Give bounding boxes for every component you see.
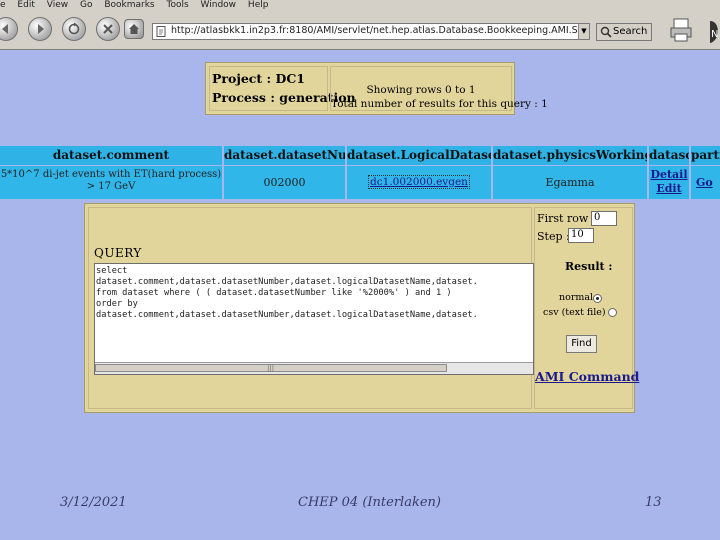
- total-line: Total number of results for this query :…: [331, 98, 548, 110]
- home-icon[interactable]: [124, 19, 144, 39]
- cell-working-group: Egamma: [493, 166, 647, 199]
- query-label: QUERY: [94, 246, 142, 260]
- menu-item-window[interactable]: Window: [201, 0, 237, 11]
- cell-dataset-number: 002000: [224, 166, 345, 199]
- process-line: Process : generation: [212, 90, 356, 105]
- url-text: http://atlasbkk1.in2p3.fr:8180/AMI/servl…: [171, 25, 589, 36]
- project-cell: Project : DC1 Process : generation: [209, 66, 356, 111]
- first-row-input[interactable]: 0: [591, 211, 617, 226]
- column-header-partit[interactable]: partit: [691, 146, 720, 165]
- column-header-logical-name[interactable]: dataset.LogicalDatasetName: [347, 146, 491, 165]
- cell-actions: Detail Edit: [649, 166, 689, 199]
- step-label: Step :: [537, 230, 570, 243]
- project-line: Project : DC1: [212, 71, 305, 86]
- page-icon: [156, 26, 166, 37]
- normal-radio[interactable]: [593, 294, 602, 303]
- browser-menu-bar: e Edit View Go Bookmarks Tools Window He…: [0, 0, 720, 11]
- throbber-icon: N: [700, 17, 720, 47]
- url-dropdown-icon[interactable]: ▼: [578, 24, 589, 39]
- detail-link[interactable]: Detail: [650, 168, 687, 181]
- stop-icon[interactable]: [96, 17, 120, 41]
- project-info-box: Project : DC1 Process : generation Showi…: [205, 62, 548, 115]
- footer-page-number: 13: [645, 495, 662, 510]
- menu-item-view[interactable]: View: [47, 0, 68, 11]
- menu-item-bookmarks[interactable]: Bookmarks: [104, 0, 154, 11]
- go-link[interactable]: Go: [696, 176, 713, 189]
- menu-item-file[interactable]: e: [0, 0, 6, 11]
- column-header-comment[interactable]: dataset.comment: [0, 146, 222, 165]
- rows-cell: Showing rows 0 to 1 Total number of resu…: [330, 66, 548, 111]
- query-panel: QUERY select dataset.comment,dataset.dat…: [88, 207, 534, 409]
- first-row-label: First row :: [537, 212, 596, 225]
- url-field[interactable]: http://atlasbkk1.in2p3.fr:8180/AMI/servl…: [152, 23, 590, 40]
- result-label: Result :: [565, 260, 613, 273]
- query-text: select dataset.comment,dataset.datasetNu…: [96, 266, 478, 320]
- search-icon: [600, 26, 612, 38]
- back-icon[interactable]: [0, 17, 18, 41]
- ami-command-link[interactable]: AMI Command: [535, 369, 639, 384]
- cell-logical-name: dc1.002000.evgen: [347, 166, 491, 199]
- menu-item-go[interactable]: Go: [80, 0, 92, 11]
- scrollbar-grip-icon: |||: [267, 364, 275, 372]
- step-input[interactable]: 10: [568, 228, 594, 243]
- query-horizontal-scrollbar[interactable]: |||: [95, 362, 533, 374]
- logical-name-link[interactable]: dc1.002000.evgen: [368, 175, 470, 189]
- rows-line: Showing rows 0 to 1: [366, 84, 476, 96]
- cell-comment: 5*10^7 di-jet events with ET(hard proces…: [0, 166, 222, 199]
- search-button[interactable]: Search: [596, 23, 652, 41]
- query-textarea[interactable]: select dataset.comment,dataset.datasetNu…: [94, 263, 534, 375]
- svg-text:N: N: [711, 29, 718, 40]
- column-header-working-group[interactable]: dataset.physicsWorkingGroup: [493, 146, 647, 165]
- find-button[interactable]: Find: [566, 335, 597, 353]
- normal-option-label: normal: [559, 292, 594, 303]
- column-header-dataset-number[interactable]: dataset.datasetNumber: [224, 146, 345, 165]
- edit-link[interactable]: Edit: [656, 182, 681, 195]
- menu-item-edit[interactable]: Edit: [17, 0, 34, 11]
- csv-option-label: csv (text file): [543, 307, 606, 318]
- cell-go: Go: [691, 166, 720, 199]
- menu-item-tools[interactable]: Tools: [167, 0, 189, 11]
- browser-toolbar: http://atlasbkk1.in2p3.fr:8180/AMI/servl…: [0, 11, 720, 50]
- footer-conference: CHEP 04 (Interlaken): [298, 495, 441, 510]
- column-header-datasot[interactable]: datasot: [649, 146, 689, 165]
- query-form: QUERY select dataset.comment,dataset.dat…: [84, 203, 639, 413]
- forward-icon[interactable]: [28, 17, 52, 41]
- query-controls-panel: First row : 0 Step : 10 Result : normal …: [534, 207, 639, 409]
- print-icon[interactable]: [668, 17, 694, 43]
- footer-date: 3/12/2021: [60, 495, 127, 510]
- reload-icon[interactable]: [62, 17, 86, 41]
- menu-item-help[interactable]: Help: [248, 0, 269, 11]
- csv-radio[interactable]: [608, 308, 617, 317]
- search-label: Search: [613, 26, 648, 37]
